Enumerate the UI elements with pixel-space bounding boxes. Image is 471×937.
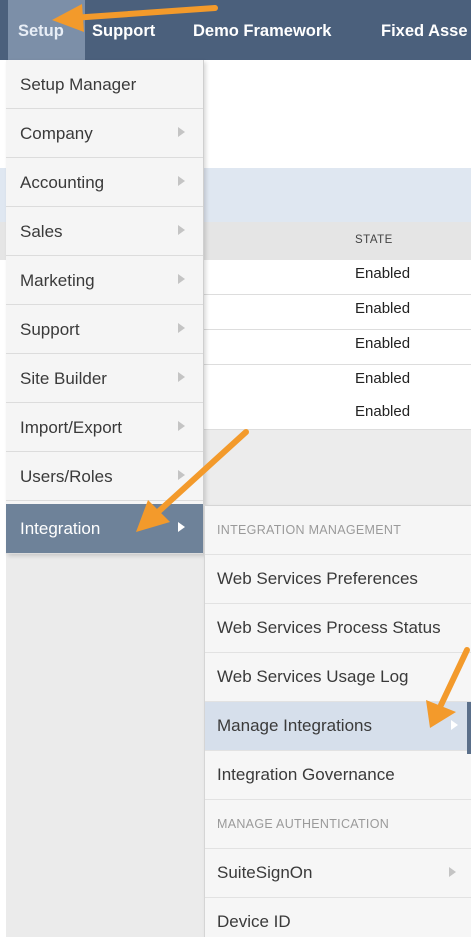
- submenu-item-web-services-preferences[interactable]: Web Services Preferences: [205, 555, 471, 604]
- chevron-right-icon: [178, 127, 185, 137]
- nav-setup[interactable]: Setup: [8, 0, 85, 60]
- chevron-right-icon: [449, 867, 456, 877]
- menu-item-setup-manager[interactable]: Setup Manager: [6, 60, 203, 109]
- menu-item-label: Import/Export: [20, 418, 123, 437]
- menu-item-company[interactable]: Company: [6, 109, 203, 158]
- menu-item-import-export[interactable]: Import/Export: [6, 403, 203, 452]
- section-heading: INTEGRATION MANAGEMENT: [217, 523, 402, 537]
- menu-item-support[interactable]: Support: [6, 305, 203, 354]
- menu-item-marketing[interactable]: Marketing: [6, 256, 203, 305]
- menu-item-label: Users/Roles: [20, 467, 113, 486]
- top-navigation-bar: Setup Support Demo Framework Fixed Asse: [0, 0, 471, 60]
- submenu-item-integration-governance[interactable]: Integration Governance: [205, 751, 471, 800]
- table-row[interactable]: Enabled: [204, 330, 471, 365]
- menu-item-label: Setup Manager: [20, 75, 137, 94]
- menu-item-label: Site Builder: [20, 369, 107, 388]
- chevron-right-icon: [178, 323, 185, 333]
- menu-item-label: Accounting: [20, 173, 105, 192]
- menu-item-label: Sales: [20, 222, 63, 241]
- state-cell: Enabled: [355, 335, 411, 352]
- menu-item-label: Marketing: [20, 271, 95, 290]
- menu-item-site-builder[interactable]: Site Builder: [6, 354, 203, 403]
- page-footer-band: [204, 430, 471, 505]
- menu-item-label: Company: [20, 124, 93, 143]
- chevron-right-icon: [178, 372, 185, 382]
- submenu-section-manage-authentication: MANAGE AUTHENTICATION: [205, 800, 471, 849]
- submenu-item-label: Manage Integrations: [217, 716, 372, 735]
- chevron-right-icon: [178, 522, 185, 532]
- chevron-right-icon: [451, 720, 458, 730]
- menu-item-sales[interactable]: Sales: [6, 207, 203, 256]
- submenu-section-integration-management: INTEGRATION MANAGEMENT: [205, 506, 471, 555]
- chevron-right-icon: [178, 225, 185, 235]
- nav-support[interactable]: Support: [92, 0, 155, 60]
- chevron-right-icon: [178, 176, 185, 186]
- chevron-right-icon: [178, 421, 185, 431]
- nav-demo-framework[interactable]: Demo Framework: [193, 0, 331, 60]
- section-heading: MANAGE AUTHENTICATION: [217, 817, 390, 831]
- submenu-item-label: Web Services Preferences: [217, 569, 418, 588]
- state-cell: Enabled: [355, 265, 411, 282]
- submenu-item-manage-integrations[interactable]: Manage Integrations: [205, 702, 467, 751]
- page-background: [6, 554, 204, 937]
- integration-submenu: INTEGRATION MANAGEMENT Web Services Pref…: [204, 505, 471, 937]
- table-row[interactable]: Enabled: [204, 365, 471, 400]
- submenu-item-web-services-process-status[interactable]: Web Services Process Status: [205, 604, 471, 653]
- nav-fixed-assets[interactable]: Fixed Asse: [381, 0, 468, 60]
- submenu-item-label: Device ID: [217, 912, 291, 931]
- submenu-item-device-id[interactable]: Device ID: [205, 898, 471, 937]
- submenu-item-label: Web Services Usage Log: [217, 667, 409, 686]
- submenu-item-label: SuiteSignOn: [217, 863, 313, 882]
- state-cell: Enabled: [355, 403, 411, 420]
- setup-dropdown-menu: Setup Manager Company Accounting Sales M…: [6, 60, 204, 554]
- submenu-item-label: Integration Governance: [217, 765, 395, 784]
- submenu-item-web-services-usage-log[interactable]: Web Services Usage Log: [205, 653, 471, 702]
- menu-item-users-roles[interactable]: Users/Roles: [6, 452, 203, 501]
- submenu-scroll-indicator[interactable]: [467, 702, 471, 754]
- menu-item-label: Support: [20, 320, 80, 339]
- menu-item-accounting[interactable]: Accounting: [6, 158, 203, 207]
- menu-item-label: Integration: [20, 519, 101, 538]
- state-cell: Enabled: [355, 300, 411, 317]
- table-row[interactable]: Enabled: [204, 260, 471, 295]
- submenu-item-suitesignon[interactable]: SuiteSignOn: [205, 849, 471, 898]
- table-row[interactable]: Enabled: [204, 398, 471, 430]
- state-column-header[interactable]: STATE: [355, 234, 393, 246]
- chevron-right-icon: [178, 470, 185, 480]
- menu-item-integration[interactable]: Integration: [6, 504, 203, 554]
- state-cell: Enabled: [355, 370, 411, 387]
- table-row[interactable]: Enabled: [204, 295, 471, 330]
- submenu-item-label: Web Services Process Status: [217, 618, 441, 637]
- chevron-right-icon: [178, 274, 185, 284]
